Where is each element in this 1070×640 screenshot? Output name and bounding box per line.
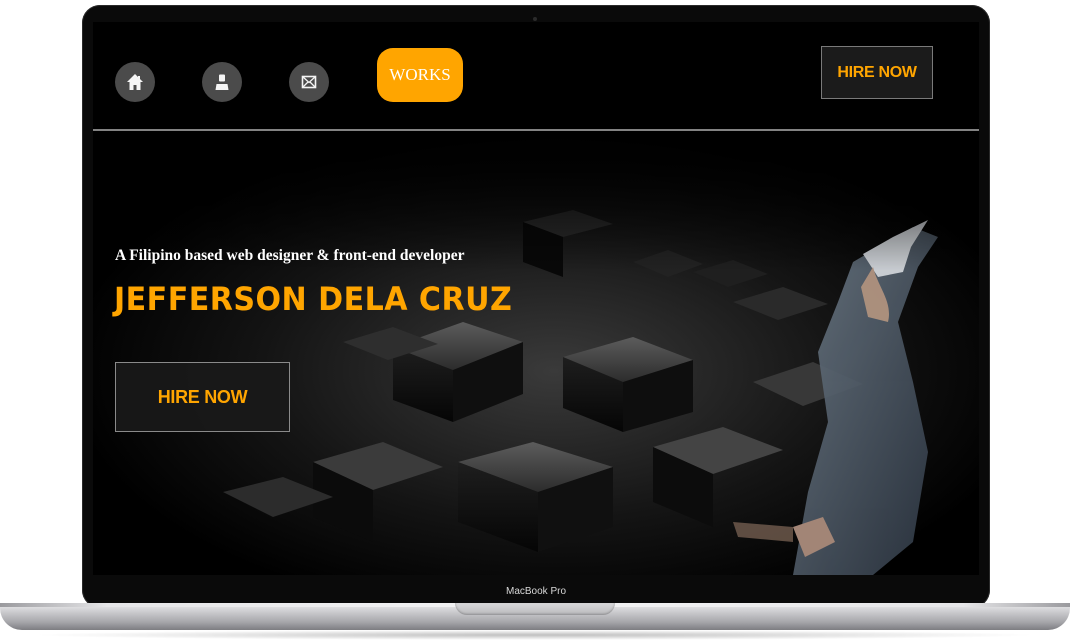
top-navigation: WORKS HIRE NOW	[93, 22, 979, 131]
nav-divider	[93, 129, 979, 131]
hero-subtitle: A Filipino based web designer & front-en…	[115, 247, 465, 264]
home-icon[interactable]	[115, 62, 155, 102]
hire-now-hero-button[interactable]: HIRE NOW	[115, 362, 290, 432]
laptop-opening-notch	[455, 603, 615, 615]
user-icon[interactable]	[202, 62, 242, 102]
hero-name-heading: JEFFERSON DELA CRUZ	[114, 280, 513, 318]
device-label: MacBook Pro	[505, 586, 567, 597]
camera	[533, 17, 537, 21]
works-button[interactable]: WORKS	[377, 48, 463, 102]
mail-icon[interactable]	[289, 62, 329, 102]
hire-now-nav-button[interactable]: HIRE NOW	[821, 46, 933, 99]
laptop-shadow	[30, 630, 1040, 640]
website-screen: WORKS HIRE NOW A Filipino based web desi…	[93, 22, 979, 575]
